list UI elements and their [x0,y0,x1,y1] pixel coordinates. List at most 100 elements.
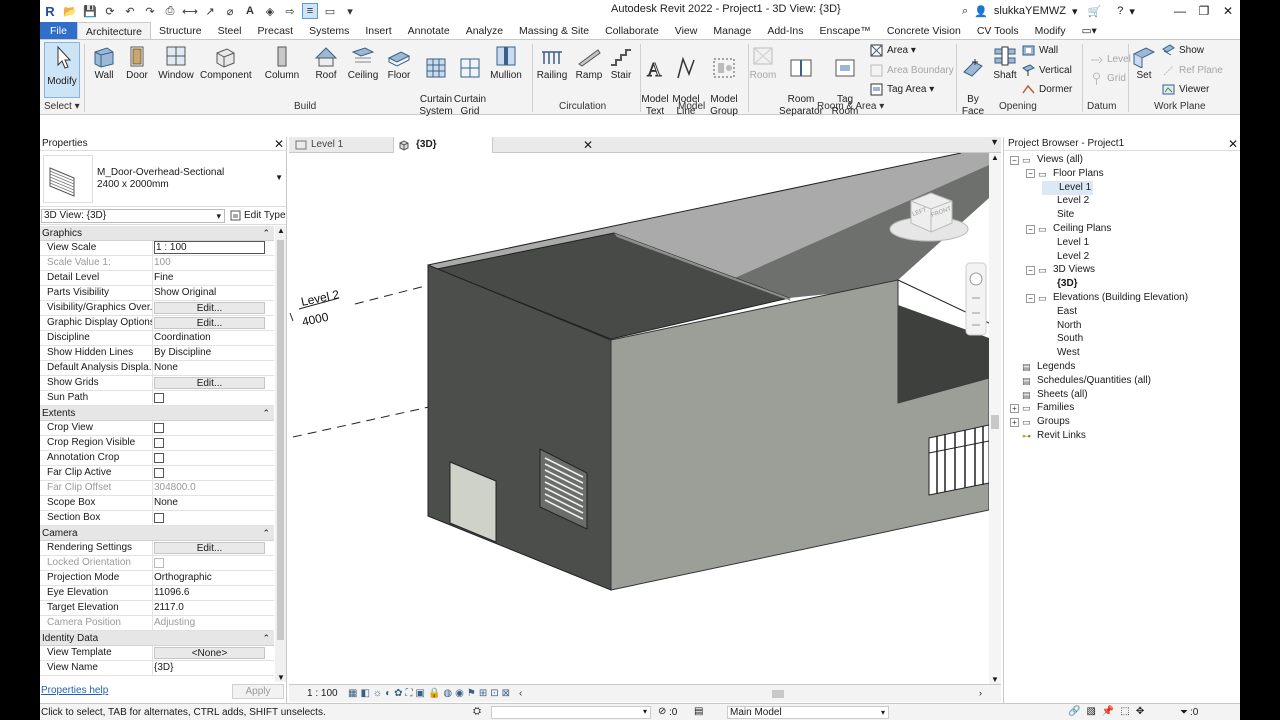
worksets-icon[interactable]: ⛭ [473,706,481,717]
tag-icon[interactable]: ⌀ [222,3,238,19]
edit-type-button[interactable]: Edit Type [230,210,286,221]
browser-node[interactable]: Level 2 [1042,250,1089,264]
search-icon[interactable]: ⌕ [962,5,968,18]
tab-precast[interactable]: Precast [250,22,302,39]
design-options-icon[interactable]: ▤ [694,706,703,717]
scrollbar-thumb[interactable] [991,415,999,429]
level-2-line[interactable] [354,284,430,305]
undo-icon[interactable]: ↶ [122,3,138,19]
3d-model-view[interactable]: Level 2 4000 LEFT FRONT [289,153,989,684]
tab-systems[interactable]: Systems [301,22,357,39]
scroll-left-icon[interactable]: ‹ [519,688,522,699]
edit-button[interactable]: Edit... [154,302,265,314]
sync-icon[interactable]: ⟳ [102,3,118,19]
browser-node[interactable]: Level 1 [1042,180,1094,195]
property-value[interactable]: Orthographic [152,571,274,585]
reveal-constraints-icon[interactable]: ⊠ [502,688,510,699]
customize-qat-icon[interactable]: ▾ [342,3,358,19]
shadows-icon[interactable]: ◐ [385,688,391,699]
user-name[interactable]: slukkaYEMWZ [994,5,1066,17]
floor-button[interactable]: Floor [384,44,414,82]
apply-button[interactable]: Apply [232,684,284,699]
property-value[interactable] [152,436,274,450]
wall-button[interactable]: Wall [91,44,117,82]
restore-icon[interactable]: ❐ [1192,0,1216,22]
level-2-name[interactable]: Level 2 [300,287,341,309]
tab-annotate[interactable]: Annotate [400,22,458,39]
close-icon[interactable]: ✕ [1216,0,1240,22]
user-icon[interactable]: 👤 [974,5,988,18]
filter-icon[interactable]: ⏷ [1180,707,1188,718]
ramp-button[interactable]: Ramp [574,44,604,82]
property-value[interactable]: 2117.0 [152,601,274,615]
lock-view-icon[interactable]: 🔒 [428,688,440,699]
stair-button[interactable]: Stair [606,44,636,82]
set-work-plane-button[interactable]: Set [1130,44,1158,82]
tab-cv-tools[interactable]: CV Tools [969,22,1027,39]
roof-button[interactable]: Roof [313,44,339,82]
scroll-down-icon[interactable]: ▼ [991,675,999,684]
dimension-icon[interactable]: ↗ [202,3,218,19]
door-button[interactable]: Door [124,44,150,82]
expand-icon[interactable]: + [1010,417,1019,427]
collapse-icon[interactable]: ⌃ [262,526,270,541]
window-button[interactable]: Window [158,44,194,82]
group-extents[interactable]: Extents ⌃ [40,406,274,421]
property-value[interactable]: 1 : 100 [152,241,274,255]
measure-icon[interactable]: ⟷ [182,3,198,19]
tab-add-ins[interactable]: Add-Ins [759,22,811,39]
select-panel-label[interactable]: Select ▾ [44,101,80,112]
tab-insert[interactable]: Insert [357,22,399,39]
checkbox[interactable] [154,453,164,463]
checkbox[interactable] [154,468,164,478]
property-value[interactable]: By Discipline [152,346,274,360]
area-boundary-button[interactable]: Area Boundary [870,64,954,77]
room-area-panel-label[interactable]: Room & Area ▾ [817,101,884,112]
mullion-button[interactable]: Mullion [488,44,524,82]
ceiling-button[interactable]: Ceiling [345,44,381,82]
view-scale-input[interactable]: 1 : 100 [154,241,265,254]
browser-node[interactable]: − ▭ Ceiling Plans [1026,222,1111,236]
browser-node[interactable]: Level 1 [1042,236,1089,250]
model-group-button[interactable]: Model Group [704,44,744,118]
browser-node[interactable]: + ▭ Families [1010,401,1074,415]
property-value[interactable] [152,391,274,405]
scroll-up-icon[interactable]: ▲ [991,153,999,162]
group-graphics[interactable]: Graphics ⌃ [40,226,274,241]
tab-collaborate[interactable]: Collaborate [597,22,667,39]
by-face-button[interactable]: By Face [958,44,988,118]
properties-help-link[interactable]: Properties help [41,685,108,696]
property-value[interactable]: Edit... [152,316,274,330]
close-icon[interactable]: ✕ [274,137,284,151]
help-chevron-icon[interactable]: ▾ [1129,5,1135,18]
visual-style-icon[interactable]: ◧ [360,688,369,699]
collapse-icon[interactable]: ⌃ [262,226,270,241]
ref-plane-button[interactable]: Ref Plane [1162,64,1223,77]
property-value[interactable] [152,466,274,480]
component-button[interactable]: Component [200,44,252,82]
property-value[interactable]: Edit... [152,376,274,390]
drawing-horizontal-scrollbar[interactable] [572,690,972,698]
text-icon[interactable]: A [242,3,258,19]
minimize-icon[interactable]: — [1168,0,1192,22]
property-value[interactable]: Edit... [152,541,274,555]
browser-node[interactable]: South [1042,332,1083,346]
group-camera[interactable]: Camera ⌃ [40,526,274,541]
navigation-bar[interactable] [965,262,987,336]
checkbox[interactable] [154,393,164,403]
select-links-icon[interactable]: 🔗 [1068,706,1080,717]
collapse-icon[interactable]: − [1026,265,1035,275]
reveal-hidden-icon[interactable]: ◉ [455,688,464,699]
drawing-area[interactable]: Level 2 4000 LEFT FRONT [289,153,989,684]
chevron-down-icon[interactable]: ▾ [881,707,885,718]
vertical-opening-button[interactable]: Vertical [1022,64,1072,77]
curtain-grid-button[interactable]: Curtain Grid [452,44,488,118]
design-option-dropdown[interactable]: Main Model ▾ [727,706,889,719]
detail-level-icon[interactable]: ▦ [348,688,357,699]
collapse-icon[interactable]: − [1026,293,1035,303]
browser-node[interactable]: − ▭ Elevations (Building Elevation) [1026,291,1188,305]
ribbon-options-icon[interactable]: ▭▾ [1074,22,1105,39]
level-2-elevation[interactable]: 4000 [301,310,330,329]
type-selector[interactable]: M_Door-Overhead-Sectional 2400 x 2000mm … [40,151,286,207]
property-value[interactable]: 11096.6 [152,586,274,600]
